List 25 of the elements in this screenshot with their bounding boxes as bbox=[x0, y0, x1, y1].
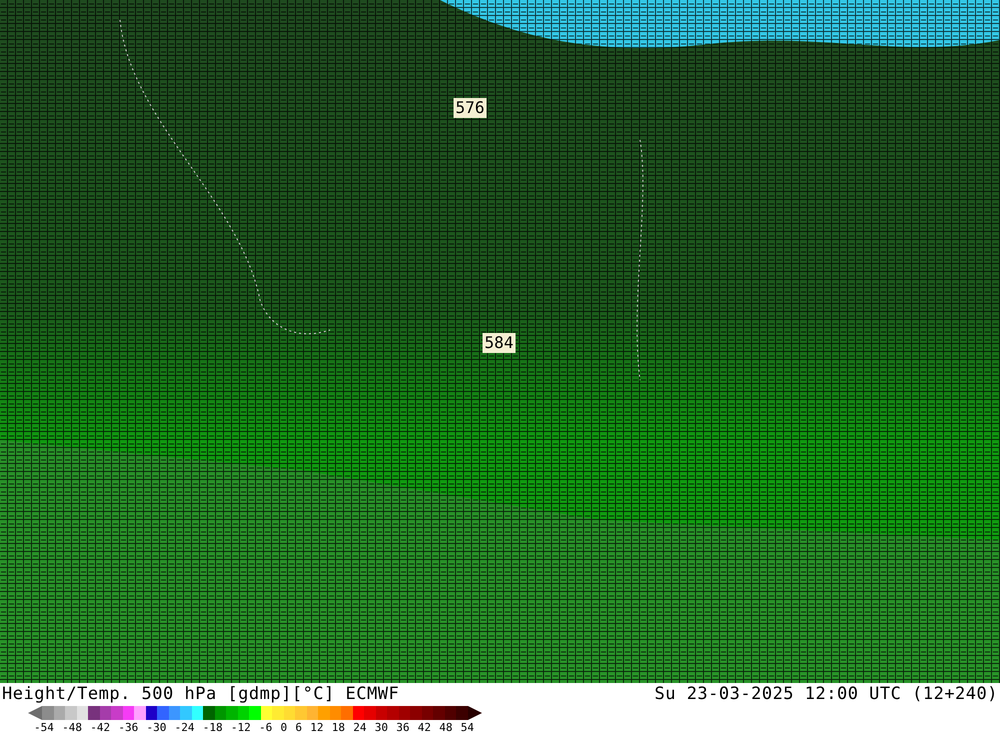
scale-label: -36 bbox=[118, 721, 138, 733]
scale-label: -24 bbox=[174, 721, 194, 733]
scale-label: -30 bbox=[146, 721, 166, 733]
scale-label: -54 bbox=[34, 721, 54, 733]
scale-label: -42 bbox=[90, 721, 110, 733]
scale-label: 36 bbox=[396, 721, 410, 733]
arrow-left-icon bbox=[28, 706, 42, 720]
scale-label: -18 bbox=[202, 721, 223, 733]
scale-label: 42 bbox=[418, 721, 431, 733]
scale-label: 54 bbox=[460, 721, 474, 733]
scale-label: 24 bbox=[353, 721, 366, 733]
scale-label: -6 bbox=[259, 721, 272, 733]
valid-time: Su 23-03-2025 12:00 UTC (12+240) bbox=[654, 684, 998, 704]
chart-title: Height/Temp. 500 hPa [gdmp][°C] ECMWF bbox=[2, 684, 400, 704]
scale-label: 12 bbox=[310, 721, 324, 733]
scale-label: 0 bbox=[280, 721, 288, 733]
contour-label: 584 bbox=[482, 333, 516, 353]
scale-label: 48 bbox=[439, 721, 452, 733]
scale-label: 6 bbox=[295, 721, 302, 733]
scale-label: 18 bbox=[332, 721, 345, 733]
scale-label: -12 bbox=[230, 721, 251, 733]
scale-label: 30 bbox=[374, 721, 388, 733]
contour-label: 576 bbox=[454, 98, 486, 118]
arrow-right-icon bbox=[468, 706, 482, 720]
scale-label: -48 bbox=[62, 721, 82, 733]
